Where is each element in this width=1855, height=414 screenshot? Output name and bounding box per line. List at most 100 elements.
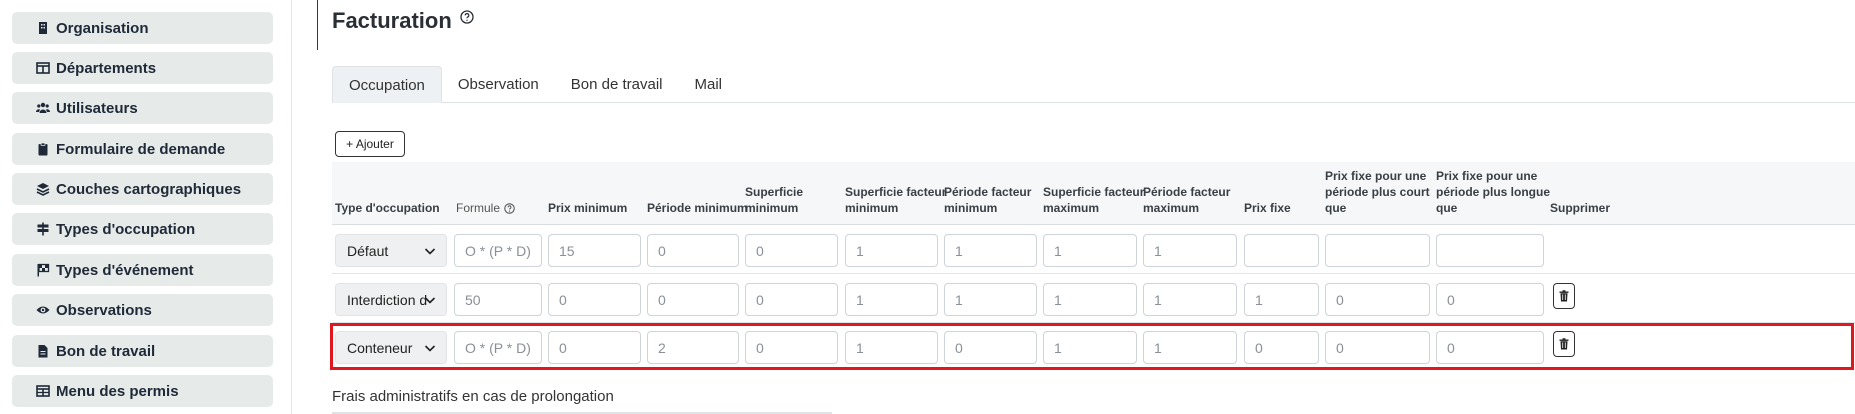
header-line: période plus longue <box>1436 185 1551 199</box>
sidebar-item-types-evenement[interactable]: Types d'événement <box>12 254 273 286</box>
header-line: Superficie <box>745 185 804 199</box>
header-max-period-factor: Période facteur maximum <box>1143 184 1230 216</box>
chevron-down-icon <box>424 297 436 304</box>
header-delete: Supprimer <box>1550 201 1611 215</box>
eye-icon <box>36 306 50 314</box>
divider <box>317 0 318 50</box>
max-period-factor-input[interactable]: 1 <box>1143 283 1237 316</box>
max-area-factor-input[interactable]: 1 <box>1043 283 1137 316</box>
header-short-period: Prix fixe pour une période plus court qu… <box>1325 168 1430 216</box>
tab-mail[interactable]: Mail <box>679 66 739 103</box>
min-area-input[interactable]: 0 <box>745 234 838 267</box>
header-line: maximum <box>1143 201 1200 215</box>
header-line: que <box>1436 201 1458 215</box>
section-label: Frais administratifs en cas de prolongat… <box>332 388 614 405</box>
header-long-period: Prix fixe pour une période plus longue q… <box>1436 168 1550 216</box>
tab-bon-de-travail[interactable]: Bon de travail <box>555 66 679 103</box>
min-area-factor-input[interactable]: 1 <box>845 283 938 316</box>
table-row: Défaut O * (P * D) 15 0 0 1 1 1 1 <box>332 226 1855 274</box>
header-line: Superficie facteur <box>1043 185 1145 199</box>
type-select-value: Interdiction d <box>347 291 428 308</box>
header-min-period: Période minimum <box>647 201 748 215</box>
header-line: Période facteur <box>1143 185 1231 199</box>
sidebar: Organisation Départements Utilisateurs F… <box>0 0 292 414</box>
chevron-down-icon <box>424 248 436 255</box>
sidebar-item-utilisateurs[interactable]: Utilisateurs <box>12 92 273 124</box>
formula-input[interactable]: 50 <box>454 283 542 316</box>
sidebar-item-label: Types d'événement <box>56 261 194 279</box>
sidebar-item-departements[interactable]: Départements <box>12 52 273 84</box>
long-period-input[interactable] <box>1436 234 1544 267</box>
min-period-factor-input[interactable]: 1 <box>944 234 1037 267</box>
header-line: que <box>1325 201 1347 215</box>
tab-observation[interactable]: Observation <box>442 66 555 103</box>
min-period-factor-input[interactable]: 1 <box>944 283 1037 316</box>
short-period-input[interactable] <box>1325 234 1430 267</box>
sidebar-item-label: Organisation <box>56 19 149 37</box>
sidebar-item-label: Bon de travail <box>56 342 156 360</box>
sidebar-item-label: Utilisateurs <box>56 99 138 117</box>
min-area-input[interactable]: 0 <box>745 283 838 316</box>
delete-button[interactable] <box>1553 283 1575 309</box>
formula-input[interactable]: O * (P * D) <box>454 234 542 267</box>
trash-icon <box>1559 290 1569 302</box>
header-line: minimum <box>944 201 998 215</box>
header-line: Période facteur <box>944 185 1032 199</box>
type-select[interactable]: Défaut <box>335 234 447 267</box>
sidebar-item-label: Menu des permis <box>56 382 179 400</box>
header-fixed-price: Prix fixe <box>1244 201 1291 215</box>
min-period-input[interactable]: 0 <box>647 283 739 316</box>
sidebar-item-observations[interactable]: Observations <box>12 294 273 326</box>
flag-icon <box>37 263 50 277</box>
min-price-input[interactable]: 15 <box>548 234 641 267</box>
clipboard-icon <box>38 142 48 156</box>
header-line: Prix fixe pour une <box>1325 169 1427 183</box>
help-icon[interactable] <box>460 10 474 24</box>
min-area-factor-input[interactable]: 1 <box>845 234 938 267</box>
fixed-price-input[interactable]: 1 <box>1244 283 1319 316</box>
header-line: maximum <box>1043 201 1100 215</box>
header-min-area: Superficie minimum <box>745 184 803 216</box>
sidebar-item-types-occupation[interactable]: Types d'occupation <box>12 213 273 245</box>
building-icon <box>39 22 47 34</box>
help-icon[interactable] <box>504 202 515 214</box>
sidebar-item-label: Formulaire de demande <box>56 140 226 158</box>
header-min-period-factor: Période facteur minimum <box>944 184 1031 216</box>
row-highlight-box <box>330 323 1854 370</box>
tab-occupation[interactable]: Occupation <box>332 66 442 103</box>
users-icon <box>36 102 50 113</box>
sidebar-item-label: Observations <box>56 301 152 319</box>
tabs: Occupation Observation Bon de travail Ma… <box>332 66 1855 103</box>
sidebar-item-couches[interactable]: Couches cartographiques <box>12 173 273 205</box>
sidebar-item-organisation[interactable]: Organisation <box>12 12 273 44</box>
max-area-factor-input[interactable]: 1 <box>1043 234 1137 267</box>
add-button[interactable]: + Ajouter <box>335 131 405 157</box>
page-title-text: Facturation <box>332 8 452 33</box>
min-price-input[interactable]: 0 <box>548 283 641 316</box>
sidebar-item-label: Types d'occupation <box>56 220 196 238</box>
header-min-price: Prix minimum <box>548 201 628 215</box>
header-min-area-factor: Superficie facteur minimum <box>845 184 946 216</box>
sidebar-item-label: Couches cartographiques <box>56 180 242 198</box>
header-formula: Formule <box>456 200 515 216</box>
header-formula-label: Formule <box>456 201 501 215</box>
header-line: minimum <box>745 201 799 215</box>
page-title: Facturation <box>332 8 474 34</box>
sidebar-item-bon-de-travail[interactable]: Bon de travail <box>12 335 273 367</box>
short-period-input[interactable]: 0 <box>1325 283 1430 316</box>
sidebar-item-label: Départements <box>56 59 157 77</box>
type-select[interactable]: Interdiction d <box>335 283 447 316</box>
fixed-price-input[interactable] <box>1244 234 1319 267</box>
sidebar-item-formulaire[interactable]: Formulaire de demande <box>12 133 273 165</box>
header-line: minimum <box>845 201 899 215</box>
main-content: Facturation Occupation Observation Bon d… <box>317 0 1855 414</box>
type-select-value: Défaut <box>347 242 389 259</box>
max-period-factor-input[interactable]: 1 <box>1143 234 1237 267</box>
min-period-input[interactable]: 0 <box>647 234 739 267</box>
layers-icon <box>36 183 50 196</box>
sidebar-item-menu-permis[interactable]: Menu des permis <box>12 375 273 407</box>
header-type: Type d'occupation <box>335 201 440 215</box>
table-icon <box>36 385 50 397</box>
table-header: Type d'occupation Formule Prix minimum P… <box>332 162 1855 225</box>
long-period-input[interactable]: 0 <box>1436 283 1544 316</box>
